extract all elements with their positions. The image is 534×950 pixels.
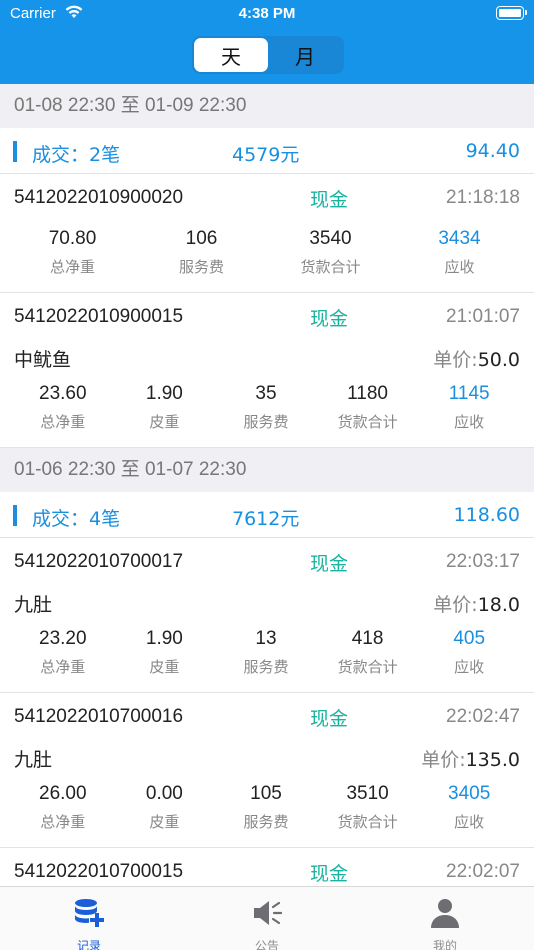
period-segmented-control: 天 月 bbox=[192, 36, 344, 74]
unit-price-value: 50.0 bbox=[477, 349, 520, 371]
battery-icon bbox=[496, 6, 527, 20]
person-icon bbox=[427, 895, 463, 934]
record-time: 22:02:47 bbox=[446, 706, 520, 727]
payment-method: 现金 bbox=[310, 708, 349, 730]
date-range-header: 01-08 22:30 至 01-09 22:30 bbox=[0, 84, 534, 128]
stat-net-weight: 23.20 总净重 bbox=[39, 628, 87, 676]
database-add-icon bbox=[71, 895, 107, 934]
record-time: 22:03:17 bbox=[446, 551, 520, 572]
tab-profile-label: 我的 bbox=[432, 939, 457, 950]
record-id: 5412022010700017 bbox=[14, 551, 184, 572]
record-time: 22:02:07 bbox=[446, 861, 520, 882]
product-name: 九肚 bbox=[14, 749, 53, 771]
tab-records-label: 记录 bbox=[76, 939, 101, 950]
record-item[interactable]: 5412022010900020 现金 21:18:18 70.80 总净重 10… bbox=[0, 174, 534, 293]
record-time: 21:01:07 bbox=[446, 306, 520, 327]
summary-count: 成交：4笔 bbox=[32, 508, 121, 530]
record-item[interactable]: 5412022010700016 现金 22:02:47 九肚 单价:135.0… bbox=[0, 693, 534, 848]
speaker-icon bbox=[249, 895, 285, 934]
summary-weight: 94.40 bbox=[465, 140, 520, 162]
status-bar: Carrier 4:38 PM bbox=[0, 0, 534, 28]
tab-announcements-label: 公告 bbox=[254, 939, 279, 950]
stat-net-weight: 23.60 总净重 bbox=[39, 383, 87, 431]
stat-receivable: 3405 应收 bbox=[448, 783, 491, 831]
record-id: 5412022010900020 bbox=[14, 187, 184, 208]
records-list[interactable]: 01-08 22:30 至 01-09 22:30 成交：2笔 4579元 94… bbox=[0, 84, 534, 886]
stat-goods-total: 3540 货款合计 bbox=[300, 228, 361, 276]
date-range-header: 01-06 22:30 至 01-07 22:30 bbox=[0, 448, 534, 492]
summary-count: 成交：2笔 bbox=[32, 144, 121, 166]
stat-goods-total: 3510 货款合计 bbox=[337, 783, 398, 831]
payment-method: 现金 bbox=[310, 863, 349, 885]
stat-tare-weight: 1.90 皮重 bbox=[145, 383, 183, 431]
unit-price-label: 单价: bbox=[421, 749, 466, 771]
unit-price-label: 单价: bbox=[433, 349, 478, 371]
payment-method: 现金 bbox=[310, 189, 349, 211]
group-summary: 成交：2笔 4579元 94.40 bbox=[0, 128, 534, 174]
stat-service-fee: 105 服务费 bbox=[243, 783, 289, 831]
payment-method: 现金 bbox=[310, 553, 349, 575]
stat-goods-total: 1180 货款合计 bbox=[337, 383, 398, 431]
summary-accent-bar bbox=[13, 141, 17, 162]
payment-method: 现金 bbox=[310, 308, 349, 330]
unit-price: 单价:50.0 bbox=[433, 345, 520, 372]
product-name: 九肚 bbox=[14, 594, 53, 616]
summary-amount: 7612元 bbox=[232, 508, 300, 530]
record-item[interactable]: 5412022010700015 现金 22:02:07 bbox=[0, 848, 534, 886]
stat-receivable: 1145 应收 bbox=[448, 383, 490, 431]
record-item[interactable]: 5412022010700017 现金 22:03:17 九肚 单价:18.0 … bbox=[0, 538, 534, 693]
stat-net-weight: 26.00 总净重 bbox=[39, 783, 87, 831]
summary-weight: 118.60 bbox=[453, 504, 520, 526]
tab-profile[interactable]: 我的 bbox=[356, 887, 534, 950]
stat-service-fee: 106 服务费 bbox=[178, 228, 224, 276]
tab-announcements[interactable]: 公告 bbox=[178, 887, 356, 950]
stat-tare-weight: 0.00 皮重 bbox=[145, 783, 183, 831]
summary-accent-bar bbox=[13, 505, 17, 526]
stat-net-weight: 70.80 总净重 bbox=[48, 228, 97, 276]
segment-day[interactable]: 天 bbox=[194, 38, 268, 72]
record-id: 5412022010900015 bbox=[14, 306, 184, 327]
summary-amount: 4579元 bbox=[232, 144, 300, 166]
stat-receivable: 3434 应收 bbox=[438, 228, 481, 276]
unit-price-label: 单价: bbox=[433, 594, 478, 616]
unit-price: 单价:135.0 bbox=[421, 745, 520, 772]
record-item[interactable]: 5412022010900015 现金 21:01:07 中鱿鱼 单价:50.0… bbox=[0, 293, 534, 448]
stat-receivable: 405 应收 bbox=[453, 628, 486, 676]
record-time: 21:18:18 bbox=[446, 187, 520, 208]
unit-price-value: 135.0 bbox=[465, 749, 520, 771]
stat-service-fee: 13 服务费 bbox=[243, 628, 289, 676]
unit-price: 单价:18.0 bbox=[433, 590, 520, 617]
tab-records[interactable]: 记录 bbox=[0, 887, 178, 950]
product-name: 中鱿鱼 bbox=[14, 349, 72, 371]
group-summary: 成交：4笔 7612元 118.60 bbox=[0, 492, 534, 538]
record-id: 5412022010700016 bbox=[14, 706, 184, 727]
stat-tare-weight: 1.90 皮重 bbox=[145, 628, 183, 676]
record-id: 5412022010700015 bbox=[14, 861, 184, 882]
unit-price-value: 18.0 bbox=[477, 594, 520, 616]
tab-bar: 记录 公告 我的 bbox=[0, 886, 534, 950]
segment-month[interactable]: 月 bbox=[268, 38, 342, 72]
stat-service-fee: 35 服务费 bbox=[243, 383, 289, 431]
stat-goods-total: 418 货款合计 bbox=[337, 628, 398, 676]
app-header: Carrier 4:38 PM 天 月 bbox=[0, 0, 534, 84]
status-time: 4:38 PM bbox=[238, 5, 296, 22]
